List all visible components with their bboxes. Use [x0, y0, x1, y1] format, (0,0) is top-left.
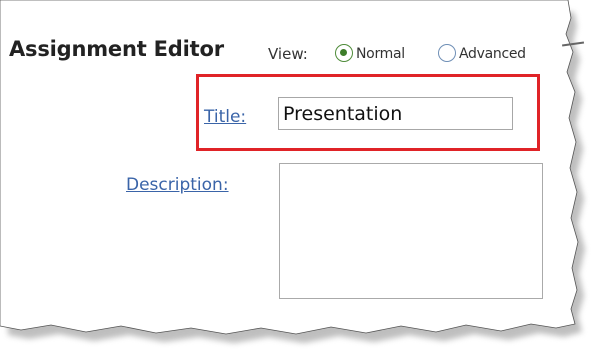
radio-selected-icon[interactable] [335, 44, 353, 62]
description-label-link[interactable]: Description: [126, 175, 229, 195]
page-title: Assignment Editor [9, 37, 224, 61]
description-textarea[interactable] [279, 163, 543, 299]
radio-dot [340, 49, 347, 56]
view-label: View: [268, 45, 308, 63]
highlight-annotation-box [196, 74, 540, 151]
divider-line [562, 41, 584, 47]
assignment-editor-panel: Assignment Editor View: Normal Advanced … [0, 0, 595, 356]
view-option-advanced-label[interactable]: Advanced [459, 46, 526, 62]
view-option-normal-label[interactable]: Normal [356, 46, 405, 62]
radio-unselected-icon[interactable] [438, 44, 456, 62]
